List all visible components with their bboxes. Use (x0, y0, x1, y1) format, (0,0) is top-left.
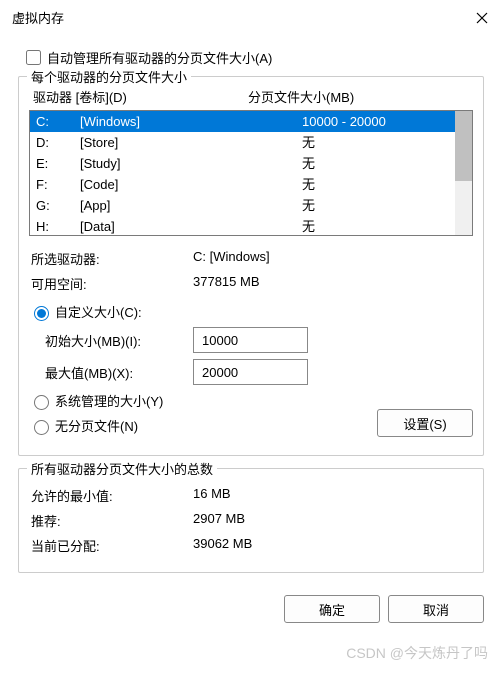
drive-label: [Data] (80, 217, 250, 235)
drive-letter: E: (36, 154, 80, 173)
window-title: 虚拟内存 (12, 8, 64, 27)
drive-letter: C: (36, 112, 80, 131)
watermark: CSDN @今天炼丹了吗 (346, 643, 488, 663)
min-allowed-value: 16 MB (193, 486, 471, 505)
custom-size-label: 自定义大小(C): (55, 302, 142, 321)
drive-size: 10000 - 20000 (250, 112, 449, 131)
max-size-label: 最大值(MB)(X): (45, 363, 193, 382)
drive-list-box: C:[Windows]10000 - 20000D:[Store]无E:[Stu… (29, 110, 473, 236)
drive-letter: F: (36, 175, 80, 194)
no-paging-label: 无分页文件(N) (55, 416, 138, 435)
allocated-value: 39062 MB (193, 536, 471, 555)
header-drive: 驱动器 [卷标](D) (33, 87, 248, 106)
max-size-field[interactable] (193, 359, 308, 385)
initial-size-field[interactable] (193, 327, 308, 353)
totals-group: 所有驱动器分页文件大小的总数 允许的最小值: 16 MB 推荐: 2907 MB… (18, 468, 484, 573)
drive-letter: G: (36, 196, 80, 215)
drive-label: [Code] (80, 175, 250, 194)
drive-label: [Store] (80, 133, 250, 152)
drive-label: [App] (80, 196, 250, 215)
system-size-label: 系统管理的大小(Y) (55, 391, 163, 410)
auto-manage-input[interactable] (26, 50, 41, 65)
set-button[interactable]: 设置(S) (377, 409, 473, 437)
drive-row[interactable]: D:[Store]无 (30, 132, 455, 153)
drive-size: 无 (250, 175, 449, 194)
drive-list-header: 驱动器 [卷标](D) 分页文件大小(MB) (29, 87, 473, 110)
drive-row[interactable]: H:[Data]无 (30, 216, 455, 235)
initial-size-label: 初始大小(MB)(I): (45, 331, 193, 350)
drive-label: [Study] (80, 154, 250, 173)
title-bar: 虚拟内存 (0, 0, 502, 35)
per-drive-group-title: 每个驱动器的分页文件大小 (27, 67, 191, 86)
drive-size: 无 (250, 154, 449, 173)
allocated-label: 当前已分配: (31, 536, 193, 555)
system-size-radio[interactable]: 系统管理的大小(Y) (29, 391, 473, 410)
drive-list[interactable]: C:[Windows]10000 - 20000D:[Store]无E:[Stu… (30, 111, 455, 235)
custom-size-radio[interactable]: 自定义大小(C): (29, 302, 473, 321)
no-paging-input[interactable] (34, 420, 49, 435)
drive-letter: D: (36, 133, 80, 152)
drive-label: [Windows] (80, 112, 250, 131)
recommended-value: 2907 MB (193, 511, 471, 530)
drive-size: 无 (250, 217, 449, 235)
selected-drive-label: 所选驱动器: (31, 249, 193, 268)
drive-size: 无 (250, 133, 449, 152)
available-space-value: 377815 MB (193, 274, 471, 293)
recommended-label: 推荐: (31, 511, 193, 530)
cancel-button[interactable]: 取消 (388, 595, 484, 623)
close-icon[interactable] (474, 10, 490, 26)
auto-manage-label: 自动管理所有驱动器的分页文件大小(A) (47, 48, 272, 67)
system-size-input[interactable] (34, 395, 49, 410)
drive-size: 无 (250, 196, 449, 215)
totals-group-title: 所有驱动器分页文件大小的总数 (27, 459, 217, 478)
drive-row[interactable]: C:[Windows]10000 - 20000 (30, 111, 455, 132)
scroll-thumb[interactable] (455, 111, 472, 181)
drive-row[interactable]: E:[Study]无 (30, 153, 455, 174)
drive-letter: H: (36, 217, 80, 235)
per-drive-group: 每个驱动器的分页文件大小 驱动器 [卷标](D) 分页文件大小(MB) C:[W… (18, 76, 484, 456)
ok-button[interactable]: 确定 (284, 595, 380, 623)
custom-size-input[interactable] (34, 306, 49, 321)
header-size: 分页文件大小(MB) (248, 87, 469, 106)
dialog-footer: 确定 取消 (0, 585, 502, 637)
auto-manage-checkbox[interactable]: 自动管理所有驱动器的分页文件大小(A) (22, 47, 480, 68)
min-allowed-label: 允许的最小值: (31, 486, 193, 505)
scrollbar[interactable] (455, 111, 472, 235)
drive-row[interactable]: G:[App]无 (30, 195, 455, 216)
available-space-label: 可用空间: (31, 274, 193, 293)
drive-row[interactable]: F:[Code]无 (30, 174, 455, 195)
selected-drive-value: C: [Windows] (193, 249, 471, 268)
